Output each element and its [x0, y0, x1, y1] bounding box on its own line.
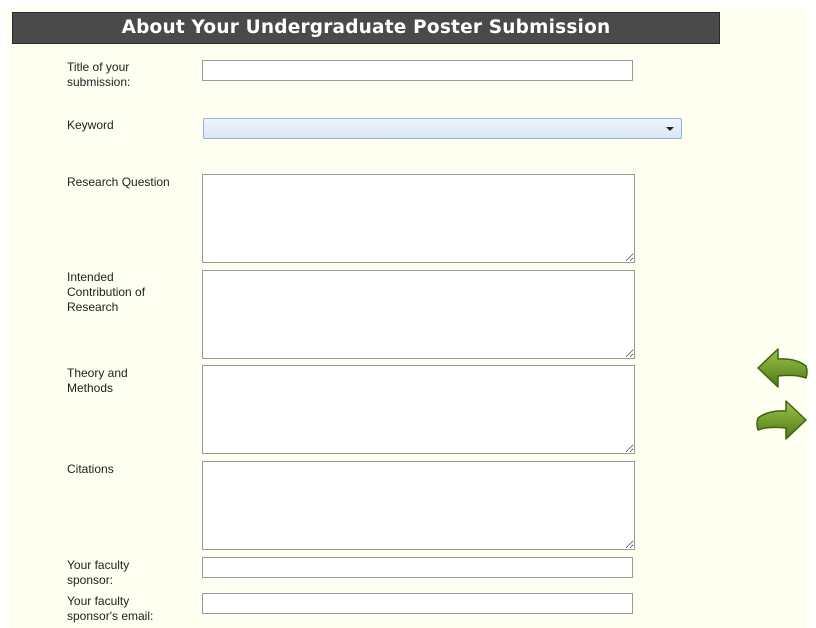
research-question-textarea[interactable]: [202, 174, 635, 263]
faculty-email-label: Your faculty sponsor's email:: [67, 594, 154, 623]
theory-methods-label: Theory and Methods: [67, 366, 128, 395]
form-panel: About Your Undergraduate Poster Submissi…: [7, 8, 809, 628]
title-label: Title of your submission:: [67, 60, 131, 89]
faculty-sponsor-label: Your faculty sponsor:: [67, 558, 130, 587]
faculty-email-input[interactable]: [202, 593, 633, 614]
citations-label: Citations: [67, 462, 114, 476]
intended-contribution-textarea[interactable]: [202, 270, 635, 359]
keyword-select[interactable]: [203, 118, 682, 139]
next-button[interactable]: [754, 398, 810, 442]
arrow-left-icon: [757, 348, 808, 388]
keyword-label: Keyword: [67, 118, 114, 132]
theory-methods-textarea[interactable]: [202, 365, 635, 454]
research-question-label: Research Question: [67, 175, 170, 189]
form-title: About Your Undergraduate Poster Submissi…: [12, 12, 720, 44]
back-button[interactable]: [754, 346, 810, 390]
citations-textarea[interactable]: [202, 461, 635, 550]
faculty-sponsor-input[interactable]: [202, 557, 633, 578]
intended-contribution-label: Intended Contribution of Research: [67, 270, 146, 314]
title-input[interactable]: [202, 60, 633, 81]
arrow-right-icon: [756, 400, 807, 440]
chevron-down-icon: [666, 127, 674, 131]
